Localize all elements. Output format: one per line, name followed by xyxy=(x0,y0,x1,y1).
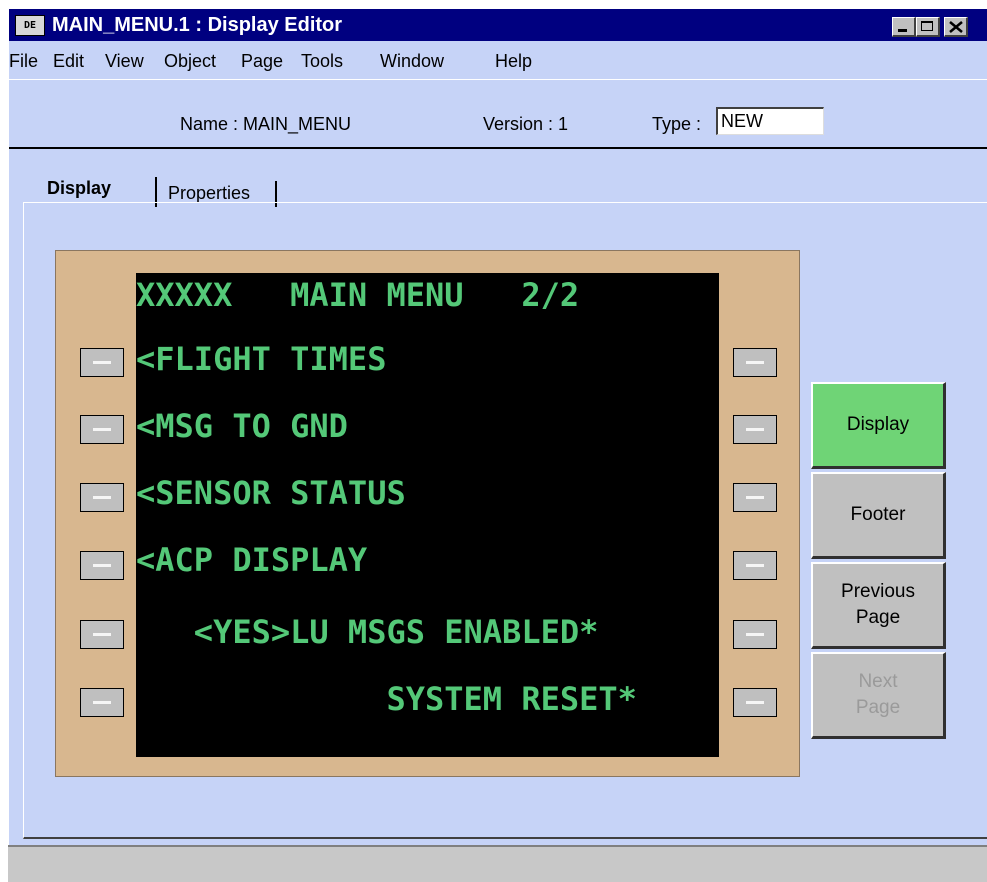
type-label: Type : xyxy=(652,114,702,134)
display-button[interactable]: Display xyxy=(811,382,946,469)
left-line-select-key-4[interactable] xyxy=(80,551,124,580)
screen-line: <SENSOR STATUS xyxy=(136,474,406,512)
footer-button[interactable]: Footer xyxy=(811,472,946,559)
left-line-select-key-5[interactable] xyxy=(80,620,124,649)
menu-window[interactable]: Window xyxy=(380,50,444,72)
tab-strip: Display Properties xyxy=(9,149,987,209)
next-page-button[interactable]: Next Page xyxy=(811,652,946,739)
type-field[interactable]: NEW xyxy=(716,107,824,135)
right-line-select-key-5[interactable] xyxy=(733,620,777,649)
menu-bar: File Edit View Object Page Tools Window … xyxy=(9,41,987,77)
screen-line: <ACP DISPLAY xyxy=(136,541,368,579)
cdu-screen: XXXXX MAIN MENU 2/2 <FLIGHT TIMES <MSG T… xyxy=(136,273,719,757)
window-title: MAIN_MENU.1 : Display Editor xyxy=(52,14,343,36)
menu-tools[interactable]: Tools xyxy=(301,50,343,72)
screen-line: SYSTEM RESET* xyxy=(136,680,637,718)
right-line-select-key-3[interactable] xyxy=(733,483,777,512)
title-bar[interactable]: DE MAIN_MENU.1 : Display Editor xyxy=(9,9,987,41)
close-button[interactable] xyxy=(944,17,968,37)
left-line-select-key-6[interactable] xyxy=(80,688,124,717)
menu-edit[interactable]: Edit xyxy=(53,50,84,72)
menu-view[interactable]: View xyxy=(105,50,144,72)
menu-object[interactable]: Object xyxy=(164,50,216,72)
right-line-select-key-1[interactable] xyxy=(733,348,777,377)
maximize-icon xyxy=(921,21,933,31)
close-icon xyxy=(949,21,963,33)
screen-line: <MSG TO GND xyxy=(136,407,348,445)
status-bar xyxy=(8,845,987,882)
screen-line: <FLIGHT TIMES xyxy=(136,340,387,378)
right-line-select-key-6[interactable] xyxy=(733,688,777,717)
minimize-button[interactable] xyxy=(892,17,916,37)
menu-page[interactable]: Page xyxy=(241,50,283,72)
screen-line: <YES>LU MSGS ENABLED* xyxy=(136,613,599,651)
left-line-select-key-1[interactable] xyxy=(80,348,124,377)
minimize-icon xyxy=(898,29,907,32)
left-line-select-key-2[interactable] xyxy=(80,415,124,444)
tab-display[interactable]: Display xyxy=(47,177,111,199)
screen-title-line: XXXXX MAIN MENU 2/2 xyxy=(136,276,580,314)
menu-help[interactable]: Help xyxy=(495,50,532,72)
name-label: Name : MAIN_MENU xyxy=(180,114,352,134)
right-line-select-key-4[interactable] xyxy=(733,551,777,580)
app-icon: DE xyxy=(15,15,45,36)
previous-page-button[interactable]: Previous Page xyxy=(811,562,946,649)
maximize-button[interactable] xyxy=(916,17,940,37)
menu-file[interactable]: File xyxy=(9,50,38,72)
version-label: Version : 1 xyxy=(483,114,569,134)
right-line-select-key-2[interactable] xyxy=(733,415,777,444)
tab-properties[interactable]: Properties xyxy=(168,182,250,204)
left-line-select-key-3[interactable] xyxy=(80,483,124,512)
info-bar: Name : MAIN_MENU Version : 1 Type : NEW xyxy=(9,79,987,149)
